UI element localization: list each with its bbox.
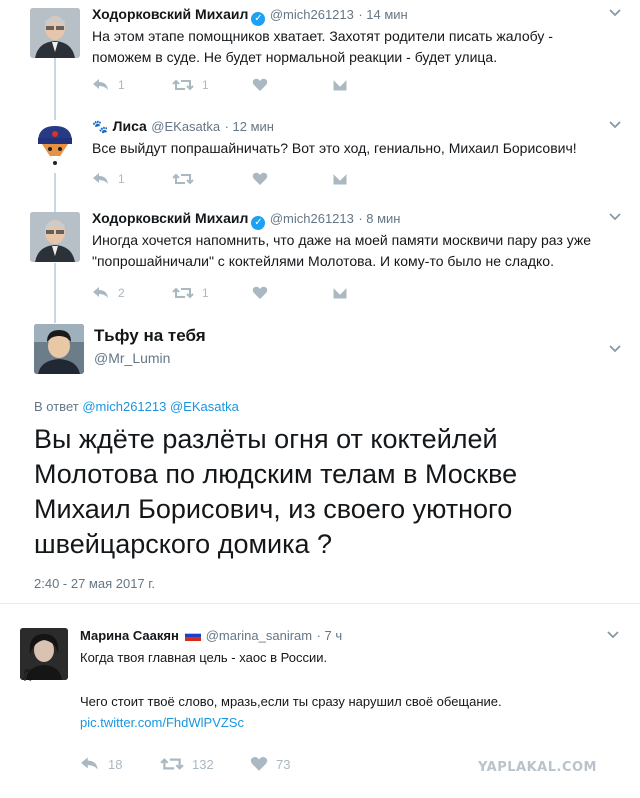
verified-icon: ✓ [251,12,266,26]
retweet-count: 1 [202,78,209,92]
like-button[interactable] [252,286,332,300]
avatar[interactable] [30,120,80,170]
reply-count: 1 [118,78,125,92]
like-count: 73 [276,756,291,772]
chevron-down-icon[interactable] [606,630,620,640]
tweet-timestamp[interactable]: 2:40 - 27 мая 2017 г. [34,576,155,591]
tweet-time[interactable]: · 12 мин [225,119,274,134]
retweet-icon [172,287,194,299]
verified-icon: ✓ [251,216,266,230]
like-icon [252,286,268,299]
tweet-time[interactable]: · 7 ч [317,628,343,643]
tweet-text: Иногда хочется напомнить, что даже на мо… [92,232,592,269]
author-handle[interactable]: @EKasatka [151,119,220,134]
author-handle[interactable]: @marina_saniram [206,628,312,643]
retweet-icon [172,173,194,185]
author-name[interactable]: Марина Саакян [80,628,179,643]
reply-count: 2 [118,286,125,300]
reply-icon [93,79,108,90]
retweet-count: 132 [192,756,214,772]
avatar[interactable] [30,8,80,58]
watermark: YAPLAKAL.COM [478,760,597,775]
dm-icon [332,286,348,300]
reply-icon [93,173,108,184]
reply-button[interactable]: 18 [80,756,160,772]
dm-button[interactable] [332,286,348,300]
retweet-button[interactable]: 132 [160,756,250,772]
like-icon [252,78,268,91]
reply-button[interactable]: 1 [92,172,172,186]
tweet-text: На этом этапе помощников хватает. Захотя… [92,28,553,65]
reply-to-mention[interactable]: @mich261213 [82,399,166,414]
like-button[interactable]: 73 [250,756,290,772]
reply-icon [81,757,98,770]
like-button[interactable] [252,172,332,186]
divider [0,603,640,604]
tweet-text: Когда твоя главная цель - хаос в России. [80,650,328,665]
author-handle[interactable]: @Mr_Lumin [94,350,206,366]
dm-icon [332,172,348,186]
like-icon [250,756,268,771]
reply-button[interactable]: 1 [92,78,172,92]
reply-button[interactable]: 2 [92,286,172,300]
chevron-down-icon[interactable] [608,120,622,130]
chevron-down-icon[interactable] [608,344,622,354]
retweet-count: 1 [202,286,209,300]
reply-to-mention[interactable]: @EKasatka [170,399,239,414]
chevron-down-icon[interactable] [608,8,622,18]
tweet-time[interactable]: · 8 мин [358,211,400,226]
reply-icon [93,287,108,298]
tweet-time[interactable]: · 14 мин [358,7,407,22]
reply-count: 1 [118,172,125,186]
thread-line [54,173,56,213]
media-link[interactable]: pic.twitter.com/FhdWlPVZSc [80,715,244,730]
main-tweet-text: Вы ждёте разлёты огня от коктейлей Молот… [34,424,518,559]
like-icon [252,172,268,185]
like-button[interactable] [252,78,332,92]
author-handle[interactable]: @mich261213 [270,7,354,22]
dm-button[interactable] [332,172,348,186]
avatar[interactable] [30,212,80,262]
reply-count: 18 [108,756,123,772]
paw-icon: 🐾 [92,119,109,134]
dm-icon [332,78,348,92]
author-handle[interactable]: @mich261213 [270,211,354,226]
retweet-icon [160,758,184,770]
retweet-button[interactable]: 1 [172,78,252,92]
author-name[interactable]: Лиса [113,118,147,134]
tweet-text: Все выйдут попрашайничать? Вот это ход, … [92,140,577,156]
retweet-button[interactable] [172,172,252,186]
russia-flag-icon [185,630,202,641]
avatar[interactable] [34,324,84,374]
chevron-down-icon[interactable] [608,212,622,222]
tweet-text: Чего стоит твоё слово, мразь,если ты сра… [80,694,502,709]
author-name[interactable]: Ходорковский Михаил [92,6,248,22]
thread-line [54,263,56,323]
retweet-icon [172,79,194,91]
thread-line [54,58,56,120]
author-name[interactable]: Ходорковский Михаил [92,210,248,226]
author-name[interactable]: Тьфу на тебя [94,326,206,346]
retweet-button[interactable]: 1 [172,286,252,300]
dm-button[interactable] [332,78,348,92]
ribbon-icon: 🎗 [20,668,36,682]
reply-prefix: В ответ [34,399,79,414]
